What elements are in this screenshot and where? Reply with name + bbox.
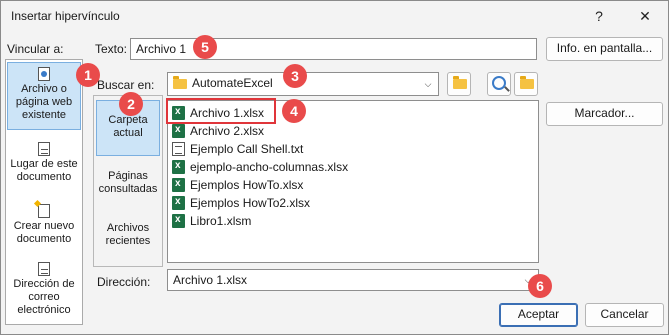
folder-view-bar: Carpeta actual Páginas consultadas Archi… [93, 95, 163, 267]
look-in-value: AutomateExcel [192, 76, 273, 90]
file-name: Ejemplos HowTo2.xlsx [190, 196, 311, 210]
sidebar-item-label: Crear nuevo [13, 220, 75, 232]
excel-file-icon [172, 121, 185, 139]
list-item[interactable]: Ejemplo Call Shell.txt [172, 140, 303, 158]
sidebar-item-email-address[interactable]: Dirección de correo electrónico [7, 258, 81, 320]
file-list[interactable]: Archivo 1.xlsx Archivo 2.xlsx Ejemplo Ca… [167, 100, 539, 263]
cancel-button[interactable]: Cancelar [585, 303, 664, 327]
up-one-folder-button[interactable] [447, 72, 471, 96]
file-name: Ejemplo Call Shell.txt [190, 142, 304, 156]
file-name: ejemplo-ancho-columnas.xlsx [190, 160, 349, 174]
excel-file-icon [172, 157, 185, 175]
help-button[interactable]: ? [585, 5, 613, 27]
sidebar-item-label: Archivo o [21, 83, 67, 95]
folder-item-label: actual [113, 127, 143, 139]
browse-web-button[interactable] [487, 72, 511, 96]
file-name: Ejemplos HowTo.xlsx [190, 178, 304, 192]
link-to-label: Vincular a: [7, 42, 64, 56]
sidebar-item-label: Dirección de [13, 278, 75, 290]
folder-item-label: Carpeta [108, 114, 148, 126]
look-in-label: Buscar en: [97, 78, 155, 92]
browse-file-button[interactable] [514, 72, 538, 96]
open-folder-icon [520, 76, 534, 89]
address-combo[interactable]: Archivo 1.xlsx ⌵ [167, 269, 539, 291]
folder-item-label: recientes [105, 235, 151, 247]
file-name: Archivo 2.xlsx [190, 124, 265, 138]
list-item[interactable]: Archivo 2.xlsx [172, 121, 265, 140]
annotation-badge-6: 6 [528, 274, 552, 298]
title-bar: Insertar hipervínculo ? ✕ [1, 1, 668, 31]
annotation-badge-3: 3 [283, 64, 307, 88]
sidebar-item-new-document[interactable]: Crear nuevo documento [7, 199, 81, 252]
annotation-badge-5: 5 [193, 35, 217, 59]
sidebar-item-label: página web [15, 96, 73, 108]
sidebar-item-label: Lugar de este [10, 158, 78, 170]
sidebar-item-existing-file[interactable]: Archivo o página web existente [7, 62, 81, 130]
list-item[interactable]: ejemplo-ancho-columnas.xlsx [172, 157, 349, 176]
selected-file-highlight [166, 98, 276, 124]
link-to-sidebar: Archivo o página web existente Lugar de … [5, 59, 83, 325]
bookmark-button[interactable]: Marcador... [546, 102, 663, 126]
excel-file-icon [172, 211, 185, 229]
folder-item-label: Páginas [108, 170, 148, 182]
screentip-button[interactable]: Info. en pantalla... [546, 37, 663, 61]
insert-hyperlink-dialog: Insertar hipervínculo ? ✕ Vincular a: Te… [0, 0, 669, 335]
sidebar-item-label: electrónico [17, 304, 71, 316]
annotation-badge-4: 4 [282, 99, 306, 123]
folder-item-browsed-pages[interactable]: Páginas consultadas [96, 162, 160, 202]
sidebar-item-label: documento [16, 233, 72, 245]
text-label: Texto: [95, 42, 128, 56]
accept-button[interactable]: Aceptar [499, 303, 578, 327]
sidebar-item-place-in-document[interactable]: Lugar de este documento [7, 136, 81, 194]
folder-item-label: Archivos [106, 222, 150, 234]
annotation-badge-2: 2 [119, 92, 143, 116]
display-text-input[interactable]: Archivo 1 [130, 38, 537, 60]
dialog-title: Insertar hipervínculo [11, 9, 120, 23]
web-page-icon [38, 67, 50, 81]
sidebar-item-label: existente [21, 109, 67, 121]
close-button[interactable]: ✕ [631, 5, 659, 27]
address-label: Dirección: [97, 275, 151, 289]
excel-file-icon [172, 175, 185, 193]
annotation-badge-1: 1 [76, 63, 100, 87]
folder-item-recent-files[interactable]: Archivos recientes [96, 216, 160, 256]
new-document-icon [33, 199, 50, 218]
file-name: Libro1.xlsm [190, 214, 252, 228]
list-item[interactable]: Libro1.xlsm [172, 211, 252, 230]
list-item[interactable]: Ejemplos HowTo.xlsx [172, 175, 304, 194]
text-file-icon [172, 142, 185, 156]
list-item[interactable]: Ejemplos HowTo2.xlsx [172, 193, 311, 212]
folder-icon [173, 76, 187, 89]
sidebar-item-label: documento [16, 171, 72, 183]
email-icon [38, 262, 50, 276]
excel-file-icon [172, 193, 185, 211]
globe-icon [492, 76, 506, 90]
folder-item-label: consultadas [98, 183, 158, 195]
document-place-icon [38, 142, 50, 156]
sidebar-item-label: correo [28, 291, 60, 303]
chevron-down-icon[interactable]: ⌵ [420, 76, 436, 92]
address-value: Archivo 1.xlsx [173, 273, 248, 287]
